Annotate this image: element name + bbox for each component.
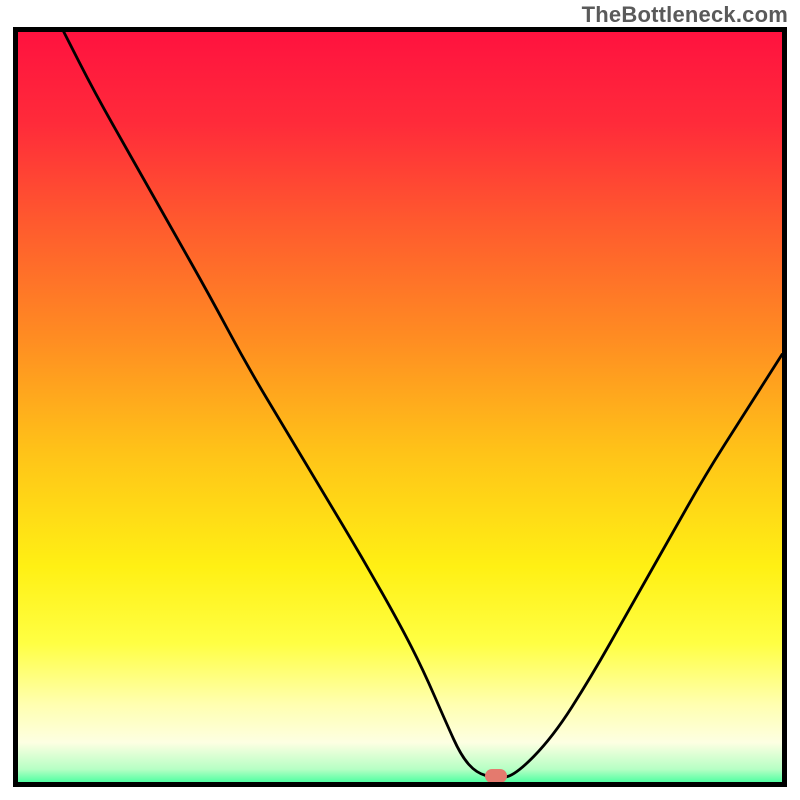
plot-area xyxy=(18,32,782,782)
plot-frame xyxy=(13,27,787,787)
bottleneck-curve xyxy=(64,32,782,777)
watermark-text: TheBottleneck.com xyxy=(582,2,788,28)
chart-container: TheBottleneck.com xyxy=(0,0,800,800)
optimal-point-marker xyxy=(485,769,507,783)
curve-layer xyxy=(18,32,782,782)
